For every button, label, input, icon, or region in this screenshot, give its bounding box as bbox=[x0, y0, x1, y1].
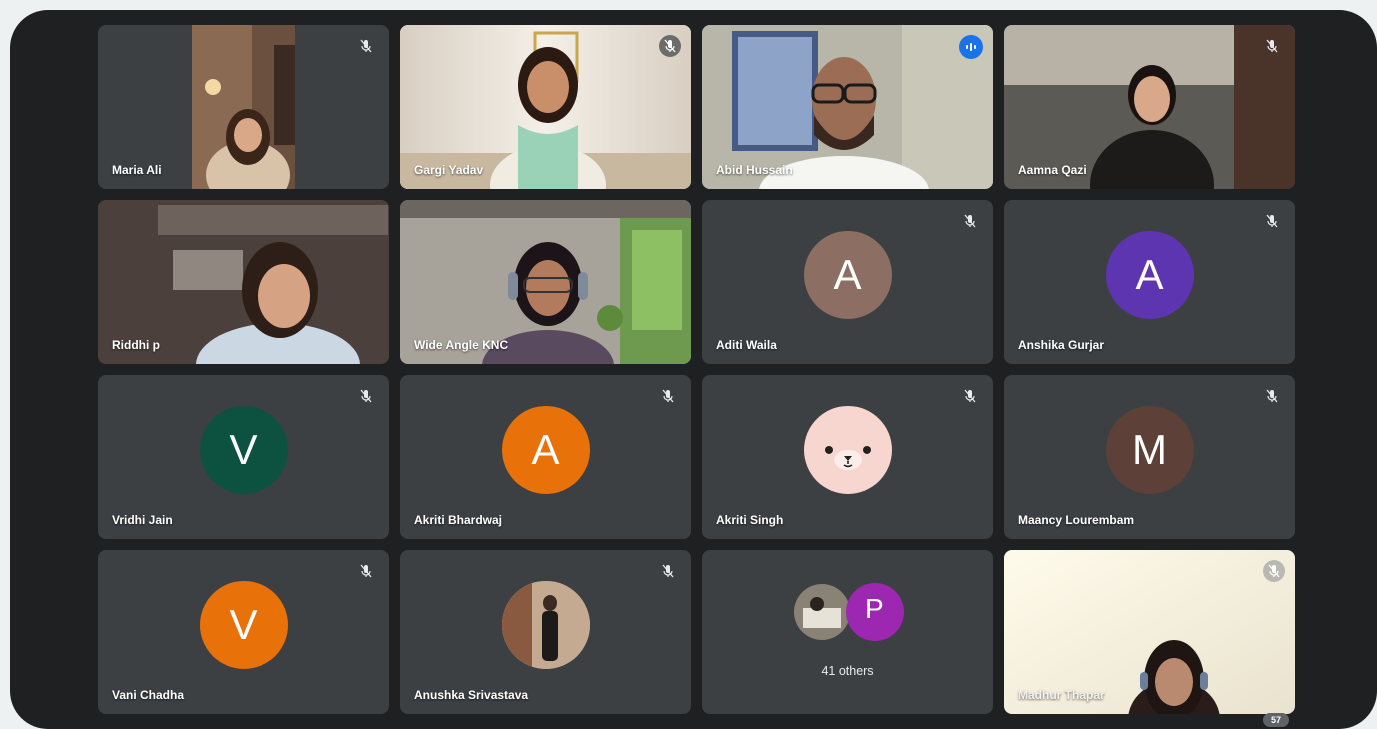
participant-name: Aditi Waila bbox=[716, 338, 777, 352]
participant-tile[interactable]: Maria Ali bbox=[98, 25, 389, 189]
others-count-label: 41 others bbox=[821, 664, 874, 678]
muted-mic-icon bbox=[357, 37, 375, 55]
participant-tile[interactable]: A Anshika Gurjar bbox=[1004, 200, 1295, 364]
others-avatar-stack: P bbox=[793, 582, 905, 644]
participant-tile[interactable]: Anushka Srivastava bbox=[400, 550, 691, 714]
participant-tile[interactable]: A Akriti Bhardwaj bbox=[400, 375, 691, 539]
participant-tile[interactable]: A Aditi Waila bbox=[702, 200, 993, 364]
participant-name: Wide Angle KNC bbox=[414, 338, 509, 352]
participant-name: Akriti Singh bbox=[716, 513, 784, 527]
participant-name: Anushka Srivastava bbox=[414, 688, 529, 702]
muted-mic-icon bbox=[357, 387, 375, 405]
bear-avatar-icon bbox=[803, 405, 892, 494]
avatar: M bbox=[1105, 405, 1194, 494]
muted-mic-icon bbox=[1263, 37, 1281, 55]
muted-mic-icon bbox=[357, 562, 375, 580]
participant-tile[interactable]: Wide Angle KNC bbox=[400, 200, 691, 364]
muted-mic-icon bbox=[1263, 560, 1285, 582]
participant-tile[interactable]: Gargi Yadav bbox=[400, 25, 691, 189]
participant-tile[interactable]: Aamna Qazi bbox=[1004, 25, 1295, 189]
muted-mic-icon bbox=[961, 387, 979, 405]
participant-name: Vridhi Jain bbox=[112, 513, 173, 527]
participant-tile[interactable]: Akriti Singh bbox=[702, 375, 993, 539]
avatar-initial: A bbox=[531, 425, 560, 473]
avatar: V bbox=[199, 405, 288, 494]
avatar-initial: M bbox=[1132, 425, 1167, 473]
participant-count-badge[interactable]: 57 bbox=[1263, 713, 1289, 727]
avatar-initial: V bbox=[229, 425, 258, 473]
muted-mic-icon bbox=[1263, 212, 1281, 230]
participant-name: Madhur Thapar bbox=[1018, 688, 1105, 702]
avatar: A bbox=[1105, 230, 1194, 319]
participant-name: Maancy Lourembam bbox=[1018, 513, 1135, 527]
others-tile[interactable]: P 41 others bbox=[702, 550, 993, 714]
avatar: V bbox=[199, 580, 288, 669]
participant-tile[interactable]: Madhur Thapar bbox=[1004, 550, 1295, 714]
muted-mic-icon bbox=[659, 35, 681, 57]
avatar: A bbox=[803, 230, 892, 319]
avatar: A bbox=[501, 405, 590, 494]
participant-tile[interactable]: V Vani Chadha bbox=[98, 550, 389, 714]
avatar-initial: V bbox=[229, 600, 258, 648]
meeting-window: Maria Ali Gargi Yadav Abid Hussain Aamna… bbox=[10, 10, 1377, 729]
muted-mic-icon bbox=[659, 562, 677, 580]
muted-mic-icon bbox=[961, 212, 979, 230]
participant-name: Maria Ali bbox=[112, 163, 162, 177]
participant-name: Gargi Yadav bbox=[414, 163, 484, 177]
muted-mic-icon bbox=[1263, 387, 1281, 405]
avatar-initial: A bbox=[833, 250, 862, 298]
participant-name: Akriti Bhardwaj bbox=[414, 513, 503, 527]
participant-grid: Maria Ali Gargi Yadav Abid Hussain Aamna… bbox=[98, 25, 1295, 714]
profile-photo-avatar bbox=[501, 580, 590, 669]
participant-tile-active-speaker[interactable]: Abid Hussain bbox=[702, 25, 993, 189]
participant-name: Riddhi p bbox=[112, 338, 160, 352]
others-avatar-initial: P bbox=[865, 593, 884, 624]
participant-tile[interactable]: V Vridhi Jain bbox=[98, 375, 389, 539]
participant-name: Aamna Qazi bbox=[1018, 163, 1087, 177]
participant-name: Anshika Gurjar bbox=[1018, 338, 1105, 352]
speaking-indicator-icon bbox=[959, 35, 983, 59]
avatar-initial: A bbox=[1135, 250, 1164, 298]
participant-tile[interactable]: M Maancy Lourembam bbox=[1004, 375, 1295, 539]
participant-name: Abid Hussain bbox=[716, 163, 793, 177]
participant-tile[interactable]: Riddhi p bbox=[98, 200, 389, 364]
muted-mic-icon bbox=[659, 387, 677, 405]
participant-name: Vani Chadha bbox=[112, 688, 185, 702]
